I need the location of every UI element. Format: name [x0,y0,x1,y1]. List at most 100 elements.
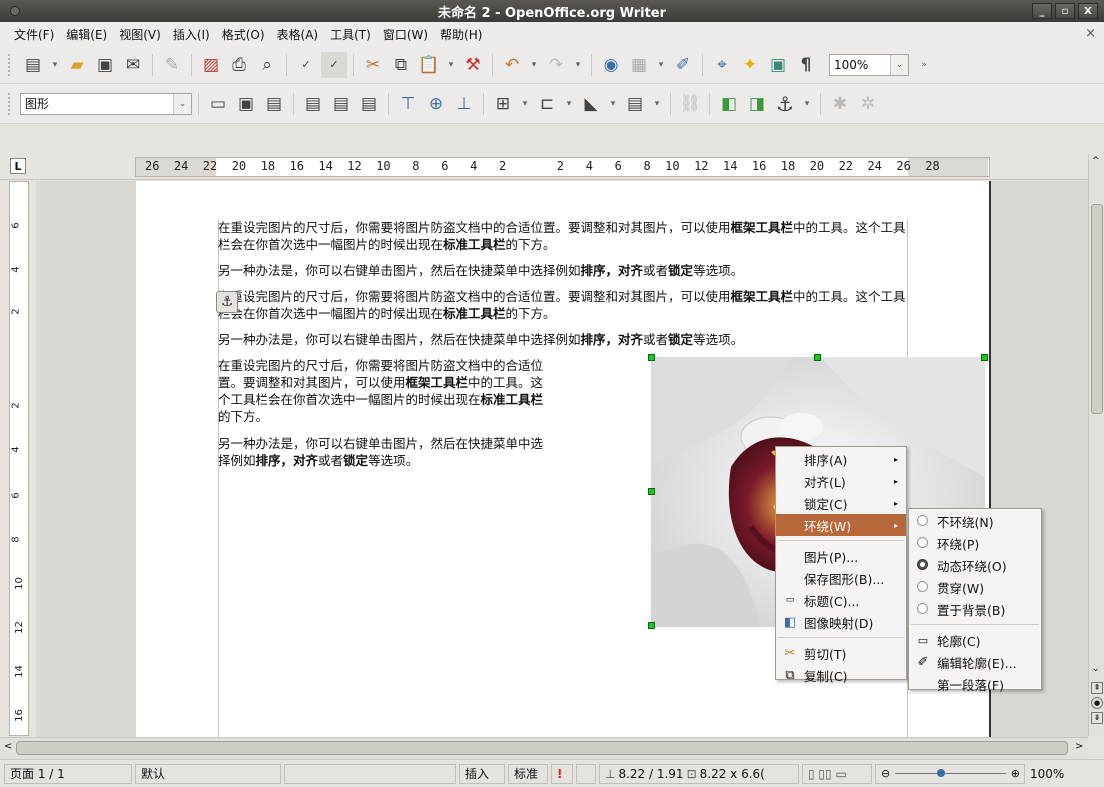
menu-item-picture[interactable]: 图片(P)... [776,545,906,567]
scroll-down-icon[interactable]: ⌄ [1092,664,1100,674]
undo-icon[interactable]: ↶ [499,52,525,78]
scrollbar-thumb[interactable] [16,741,1068,755]
menu-table[interactable]: 表格(A) [271,26,325,43]
resize-handle[interactable] [648,488,655,495]
paste-dropdown-icon[interactable]: ▾ [444,52,458,78]
menu-item-first-paragraph[interactable]: 第一段落(F) [909,673,1041,695]
toolbar-grip[interactable] [8,53,12,76]
save-icon[interactable]: ▣ [92,52,118,78]
frame-properties-icon[interactable]: ✱ [827,91,853,117]
menu-view[interactable]: 视图(V) [113,26,167,43]
style-combo[interactable]: 图形 ⌄ [20,92,192,115]
menu-item-caption[interactable]: ▭ 标题(C)... [776,589,906,611]
new-dropdown-icon[interactable]: ▾ [48,52,62,78]
border-style-icon[interactable]: ⊏ [534,91,560,117]
scroll-right-icon[interactable]: > [1075,741,1083,752]
menu-item-imagemap[interactable]: ◧ 图像映射(D) [776,611,906,633]
align-center-icon[interactable]: ▤ [328,91,354,117]
menu-item-wrap[interactable]: 环绕(W) ▸ [776,514,906,536]
format-paintbrush-icon[interactable]: ⚒ [460,52,486,78]
background-color-icon[interactable]: ▤ [622,91,648,117]
menu-item-optimal-wrap[interactable]: 动态环绕(O) [909,554,1041,576]
chevron-down-icon[interactable]: ⌄ [173,93,191,114]
link-frames-icon[interactable]: ⛓ [677,91,703,117]
menu-window[interactable]: 窗口(W) [377,26,434,43]
email-icon[interactable]: ✉ [120,52,146,78]
find-replace-icon[interactable]: ⌖ [709,52,735,78]
wrap-off-icon[interactable]: ▭ [205,91,231,117]
optimal-wrap-icon[interactable]: ▤ [261,91,287,117]
cut-icon[interactable]: ✂ [360,52,386,78]
menu-item-anchor[interactable]: 锁定(C) ▸ [776,492,906,514]
redo-dropdown-icon[interactable]: ▾ [571,52,585,78]
zoom-slider-thumb[interactable] [937,769,946,777]
close-document-icon[interactable]: × [1085,26,1096,41]
close-window-button[interactable]: X [1078,3,1098,19]
scrollbar-thumb[interactable] [1091,204,1103,414]
zoom-slider[interactable]: ⊖ ⊕ [875,763,1025,784]
minimize-button[interactable]: _ [1032,3,1052,19]
new-document-icon[interactable]: ▤ [20,52,46,78]
menu-item-edit-contour[interactable]: ✐ 编辑轮廓(E)... [909,651,1041,673]
menu-item-align[interactable]: 对齐(L) ▸ [776,470,906,492]
tab-stop-selector[interactable]: L [10,158,26,174]
menu-item-wrap-through[interactable]: 贯穿(W) [909,576,1041,598]
show-draw-functions-icon[interactable]: ✐ [670,52,696,78]
align-left-icon[interactable]: ▤ [300,91,326,117]
vertical-scrollbar[interactable]: ^ ⌄ ⇞ ● ⇟ [1088,154,1104,736]
zoom-combo[interactable]: 100% ⌄ [829,53,909,76]
menu-item-arrange[interactable]: 排序(A) ▸ [776,448,906,470]
align-middle-icon[interactable]: ⊕ [423,91,449,117]
paragraph[interactable]: 另一种办法是，你可以右键单击图片，然后在快捷菜单中选择例如排序，对齐或者锁定等选… [218,331,908,348]
copy-icon[interactable]: ⧉ [388,52,414,78]
zoom-in-icon[interactable]: ⊕ [1011,767,1020,780]
menu-item-contour[interactable]: ▭ 轮廓(C) [909,629,1041,651]
hyperlink-icon[interactable]: ◉ [598,52,624,78]
border-style-dropdown-icon[interactable]: ▾ [562,91,576,117]
align-right-icon[interactable]: ▤ [356,91,382,117]
menu-format[interactable]: 格式(O) [216,26,271,43]
selection-mode[interactable]: 标准 [508,763,548,784]
horizontal-scrollbar[interactable]: < > [0,737,1088,759]
next-page-icon[interactable]: ⇟ [1091,712,1103,724]
open-folder-icon[interactable]: ▰ [64,52,90,78]
spellcheck-icon[interactable]: ✓ [293,52,319,78]
menu-item-in-background[interactable]: 置于背景(B) [909,598,1041,620]
navigation-icon[interactable]: ● [1091,697,1103,709]
borders-icon[interactable]: ⊞ [490,91,516,117]
navigator-icon[interactable]: ✦ [737,52,763,78]
object-properties-icon[interactable]: ✲ [855,91,881,117]
insert-mode[interactable]: 插入 [459,763,505,784]
print-preview-icon[interactable]: ⌕ [254,52,280,78]
menu-tools[interactable]: 工具(T) [324,26,377,43]
page-indicator[interactable]: 页面 1 / 1 [4,763,132,784]
menu-item-save-graphic[interactable]: 保存图形(B)... [776,567,906,589]
border-color-icon[interactable]: ◣ [578,91,604,117]
maximize-button[interactable]: ▫ [1055,3,1075,19]
paragraph[interactable]: 在重设完图片的尺寸后，你需要将图片防盗文档中的合适位置。要调整和对其图片，可以使… [218,357,548,425]
chevron-down-icon[interactable]: ⌄ [890,54,908,75]
align-bottom-icon[interactable]: ⊥ [451,91,477,117]
menu-file[interactable]: 文件(F) [8,26,60,43]
border-color-dropdown-icon[interactable]: ▾ [606,91,620,117]
resize-handle[interactable] [648,622,655,629]
menu-item-no-wrap[interactable]: 不环绕(N) [909,510,1041,532]
export-pdf-icon[interactable]: ▨ [198,52,224,78]
menu-edit[interactable]: 编辑(E) [60,26,113,43]
resize-handle[interactable] [814,354,821,361]
table-icon[interactable]: ▦ [626,52,652,78]
zoom-out-icon[interactable]: ⊖ [881,767,890,780]
gallery-icon[interactable]: ▣ [765,52,791,78]
page-style[interactable]: 默认 [135,763,281,784]
page-wrap-icon[interactable]: ▣ [233,91,259,117]
menu-item-cut[interactable]: ✂ 剪切(T) [776,642,906,664]
background-dropdown-icon[interactable]: ▾ [650,91,664,117]
formatting-marks-icon[interactable]: ¶ [793,52,819,78]
edit-file-icon[interactable]: ✎ [159,52,185,78]
view-layout[interactable]: ▯ ▯▯ ▭ [802,763,872,784]
anchor-icon[interactable]: ⚓ [772,91,798,117]
paragraph[interactable]: 另一种办法是，你可以右键单击图片，然后在快捷菜单中选择例如排序，对齐或者锁定等选… [218,435,548,469]
more-tools-icon[interactable]: » [917,52,931,78]
paragraph[interactable]: 在重设完图片的尺寸后，你需要将图片防盗文档中的合适位置。要调整和对其图片，可以使… [218,288,908,322]
scroll-left-icon[interactable]: < [4,741,12,752]
